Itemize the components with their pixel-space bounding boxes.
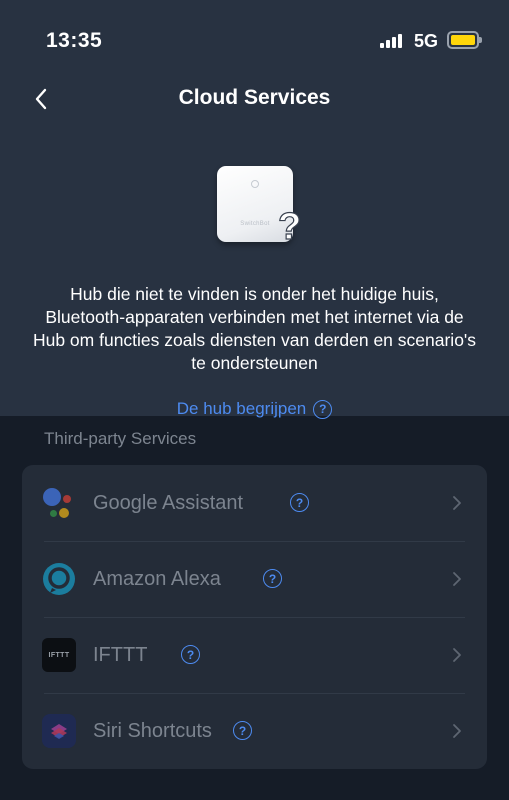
cloud-services-screen: 13:35 5G Cloud Services SwitchBot ? Hub …: [0, 0, 509, 800]
service-label-amazon-alexa: Amazon Alexa: [93, 568, 221, 590]
chevron-right-icon: [453, 572, 461, 586]
service-label-ifttt: IFTTT: [93, 644, 148, 666]
service-row-google-assistant[interactable]: Google Assistant ?: [22, 465, 487, 541]
understand-hub-label: De hub begrijpen: [176, 399, 307, 418]
ifttt-icon: IFTTT: [42, 638, 76, 672]
service-label-google-assistant: Google Assistant: [93, 492, 244, 514]
question-mark-icon: ?: [277, 206, 302, 248]
chevron-right-icon: [453, 724, 461, 738]
chevron-right-icon: [453, 496, 461, 510]
help-icon: ?: [313, 399, 333, 419]
services-list: Google Assistant ? Amazon Alexa ? IFTTT …: [22, 465, 487, 769]
page-title: Cloud Services: [178, 86, 331, 109]
amazon-alexa-icon: [43, 563, 75, 595]
battery-icon: [447, 31, 482, 49]
help-icon[interactable]: ?: [181, 645, 200, 664]
network-type: 5G: [414, 31, 439, 51]
status-time: 13:35: [46, 29, 103, 52]
chevron-right-icon: [453, 648, 461, 662]
understand-hub-link[interactable]: De hub begrijpen ?: [0, 399, 509, 419]
hub-led-icon: [251, 180, 259, 188]
hub-illustration: SwitchBot ?: [210, 160, 310, 255]
google-assistant-icon: [42, 486, 76, 520]
help-icon[interactable]: ?: [263, 569, 282, 588]
help-icon[interactable]: ?: [233, 721, 252, 740]
status-bar: 13:35 5G: [0, 0, 509, 80]
service-row-siri-shortcuts[interactable]: Siri Shortcuts ?: [22, 693, 487, 769]
siri-shortcuts-icon: [42, 714, 76, 748]
help-icon[interactable]: ?: [290, 493, 309, 512]
hub-description: Hub die niet te vinden is onder het huid…: [32, 284, 477, 373]
cellular-signal-icon: [380, 34, 402, 48]
service-row-ifttt[interactable]: IFTTT IFTTT ?: [22, 617, 487, 693]
header-panel: 13:35 5G Cloud Services SwitchBot ? Hub …: [0, 0, 509, 416]
service-row-amazon-alexa[interactable]: Amazon Alexa ?: [22, 541, 487, 617]
service-label-siri-shortcuts: Siri Shortcuts: [93, 720, 212, 742]
section-title: Third-party Services: [44, 429, 197, 448]
